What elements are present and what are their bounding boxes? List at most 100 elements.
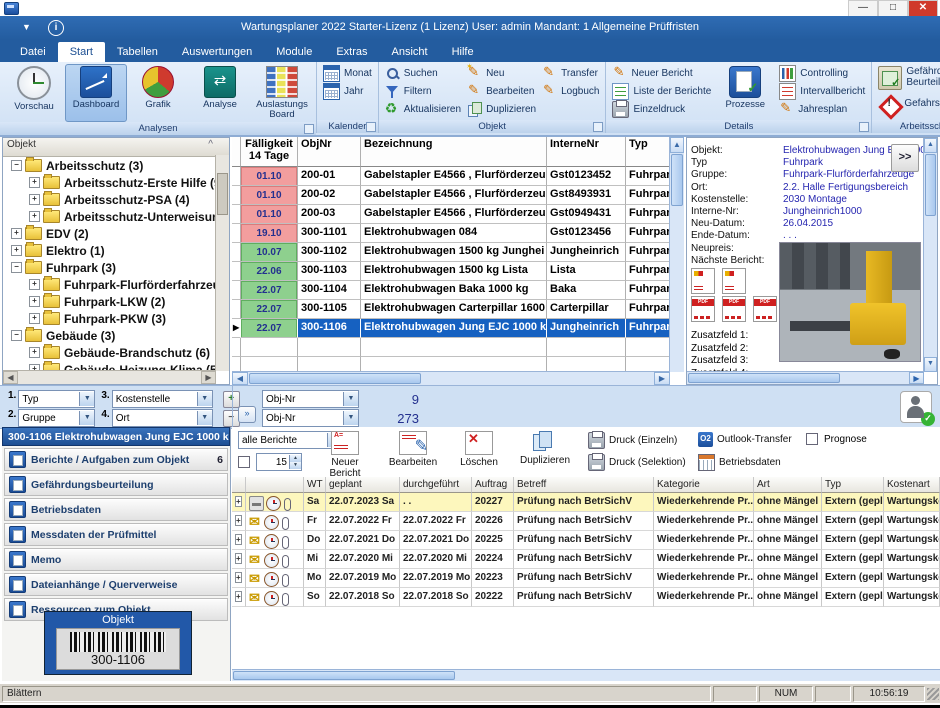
page-size-stepper[interactable]: 15 ▲ ▼ [256,453,302,471]
tree-item-fuhrpark-lkw-2[interactable]: + Fuhrpark-LKW (2) [3,293,216,310]
tree-expand-icon[interactable]: + [29,279,40,290]
step-down-icon[interactable]: ▼ [290,462,301,469]
collapse-panel-icon[interactable]: ^ [208,139,213,150]
ribbon-button-einzeldruck[interactable]: Einzeldruck [609,99,714,118]
toolbar-button-bearbeiten[interactable]: Bearbeiten [378,431,448,468]
scroll-down-icon[interactable]: ▼ [924,357,937,372]
report-row[interactable]: +Fr22.07.2022 Fr22.07.2022 Fr20226Prüfun… [232,512,940,531]
resize-grip[interactable] [927,687,939,700]
tab-datei[interactable]: Datei [8,42,58,62]
ribbon-button-bearbeiten[interactable]: Bearbeiten [464,82,539,100]
tab-ansicht[interactable]: Ansicht [380,42,440,62]
tab-extras[interactable]: Extras [324,42,379,62]
ribbon-button-logbuch[interactable]: Logbuch [539,82,602,100]
object-table-horizontal-scrollbar[interactable]: ◀ ▶ [232,371,670,385]
scrollbar-thumb[interactable] [217,173,228,215]
user-status-icon[interactable]: ✓ [900,391,935,426]
scrollbar-thumb[interactable] [688,373,840,383]
ribbon-button-neuer-bericht[interactable]: Neuer Bericht [609,64,714,82]
toolbar-button-betriebsdaten[interactable]: Betriebsdaten [698,454,781,471]
toolbar-button-outlook-transfer[interactable]: Outlook-Transfer [698,432,792,447]
shortcut-messdaten-der-prüfmittel[interactable]: Messdaten der Prüfmittel [4,523,228,546]
ribbon-button-controlling[interactable]: Controlling [776,64,868,82]
tree-expand-icon[interactable]: + [11,228,22,239]
row-expand-icon[interactable]: + [235,553,242,564]
shortcut-betriebsdaten[interactable]: Betriebsdaten [4,498,228,521]
report-table-horizontal-scrollbar[interactable] [232,669,940,681]
ribbon-button-vorschau[interactable]: Vorschau [3,64,65,122]
tree-item-gebäude-3[interactable]: − Gebäude (3) [3,327,216,344]
ribbon-button-intervallbericht[interactable]: Intervallbericht [776,82,868,100]
shortcut-memo[interactable]: Memo [4,548,228,571]
scrollbar-thumb[interactable] [249,373,421,384]
row-expand-icon[interactable]: + [235,591,242,602]
table-row[interactable]: 19.10 300-1101 Elektrohubwagen 084 Gst01234… [232,224,684,243]
scroll-up-icon[interactable]: ▲ [670,137,684,153]
report-row[interactable]: +Mi22.07.2020 Mi22.07.2020 Mi20224Prüfun… [232,550,940,569]
tree-item-arbeitsschutz-unterweisungen[interactable]: + Arbeitsschutz-Unterweisungen [3,208,216,225]
row-expand-icon[interactable]: + [235,534,242,545]
ribbon-button-transfer[interactable]: Transfer [539,64,602,82]
row-expand-icon[interactable]: + [235,496,242,507]
tree-vertical-scrollbar[interactable] [215,155,229,371]
detail-horizontal-scrollbar[interactable]: ▶ [687,371,924,384]
tab-tabellen[interactable]: Tabellen [105,42,170,62]
ribbon-button-grafik[interactable]: Grafik [127,64,189,122]
ribbon-button-jahr[interactable]: Jahr [320,82,375,100]
tree-expand-icon[interactable]: + [29,211,40,222]
toolbar-button-duplizieren[interactable]: Duplizieren [510,431,580,466]
detail-vertical-scrollbar[interactable]: ▲ ▼ [923,138,937,372]
objnr-select[interactable]: Obj-Nr ▼ [262,409,359,427]
tree-expand-icon[interactable]: + [29,194,40,205]
table-row[interactable]: 22.06 300-1103 Elektrohubwagen 1500 kg Lis… [232,262,684,281]
toolbar-button-druck-selektion[interactable]: Druck (Selektion) [588,453,686,471]
tree-expand-icon[interactable]: + [29,313,40,324]
tree-expand-icon[interactable]: − [11,330,22,341]
tab-hilfe[interactable]: Hilfe [440,42,486,62]
collapse-filter-button[interactable]: » [238,406,256,423]
scroll-left-icon[interactable]: ◀ [3,371,18,384]
scroll-up-icon[interactable]: ▲ [924,138,937,153]
ribbon-button-auslastungs-board[interactable]: Auslastungs Board [251,64,313,122]
tree-item-fuhrpark-pkw-3[interactable]: + Fuhrpark-PKW (3) [3,310,216,327]
table-row[interactable]: 01.10 200-03 Gabelstapler E4566 , Flurförd… [232,205,684,224]
table-row[interactable]: 10.07 300-1102 Elektrohubwagen 1500 kg Jun… [232,243,684,262]
scroll-right-icon[interactable]: ▶ [201,371,216,384]
expand-detail-button[interactable]: >> [891,144,919,172]
ribbon-button-jahresplan[interactable]: Jahresplan [776,100,868,118]
ribbon-button-filtern[interactable]: Filtern [382,82,464,100]
report-row[interactable]: +Do22.07.2021 Do22.07.2021 Do20225Prüfun… [232,531,940,550]
report-row[interactable]: +So22.07.2018 So22.07.2018 So20222Prüfun… [232,588,940,607]
toolbar-button-neuer-bericht[interactable]: Neuer Bericht [316,431,374,479]
report-row[interactable]: +Mo22.07.2019 Mo22.07.2019 Mo20223Prüfun… [232,569,940,588]
table-row[interactable]: ▶ 22.07 300-1106 Elektrohubwagen Jung EJC 1… [232,319,684,338]
toolbar-button-druck-einzeln[interactable]: Druck (Einzeln) [588,431,677,449]
shortcut-dateianhänge-querverweise[interactable]: Dateianhänge / Querverweise [4,573,228,596]
tree-item-arbeitsschutz-3[interactable]: − Arbeitsschutz (3) [3,157,216,174]
objnr-select[interactable]: Obj-Nr ▼ [262,390,359,408]
tree-item-gebäude-brandschutz-6[interactable]: + Gebäude-Brandschutz (6) [3,344,216,361]
table-row[interactable]: 22.07 300-1104 Elektrohubwagen Baka 1000 k… [232,281,684,300]
filter-select[interactable]: Ort ▼ [111,409,213,427]
filter-select[interactable]: Typ ▼ [18,390,96,408]
ribbon-button-duplizieren[interactable]: Duplizieren [464,100,539,118]
tree-item-elektro-1[interactable]: + Elektro (1) [3,242,216,259]
tree-horizontal-scrollbar[interactable]: ◀ ▶ [3,370,216,384]
tree-item-arbeitsschutz-psa-4[interactable]: + Arbeitsschutz-PSA (4) [3,191,216,208]
scrollbar-thumb[interactable] [671,154,683,206]
tab-start[interactable]: Start [57,42,105,62]
tree-expand-icon[interactable]: + [11,245,22,256]
scrollbar-thumb[interactable] [925,154,936,216]
tab-module[interactable]: Module [264,42,324,62]
shortcut-berichte-aufgaben-zum-objekt[interactable]: Berichte / Aufgaben zum Objekt 6 [4,448,228,471]
ribbon-button-gefahrstoffe[interactable]: Gefahrstoffe [875,91,940,118]
table-row[interactable]: 22.07 300-1105 Elektrohubwagen Carterpilla… [232,300,684,319]
tree-expand-icon[interactable]: + [29,177,40,188]
dialog-launcher-icon[interactable] [859,122,870,132]
filter-select[interactable]: Gruppe ▼ [18,409,96,427]
scroll-right-icon[interactable]: ▶ [909,372,924,384]
tree-expand-icon[interactable]: − [11,160,22,171]
ribbon-button-suchen[interactable]: Suchen [382,64,464,82]
report-row[interactable]: + Sa 22.07.2023 Sa. . 20227 Prüfung nach Bet… [232,493,940,512]
tree-item-arbeitsschutz-erste-hilfe-9[interactable]: + Arbeitsschutz-Erste Hilfe (9) [3,174,216,191]
